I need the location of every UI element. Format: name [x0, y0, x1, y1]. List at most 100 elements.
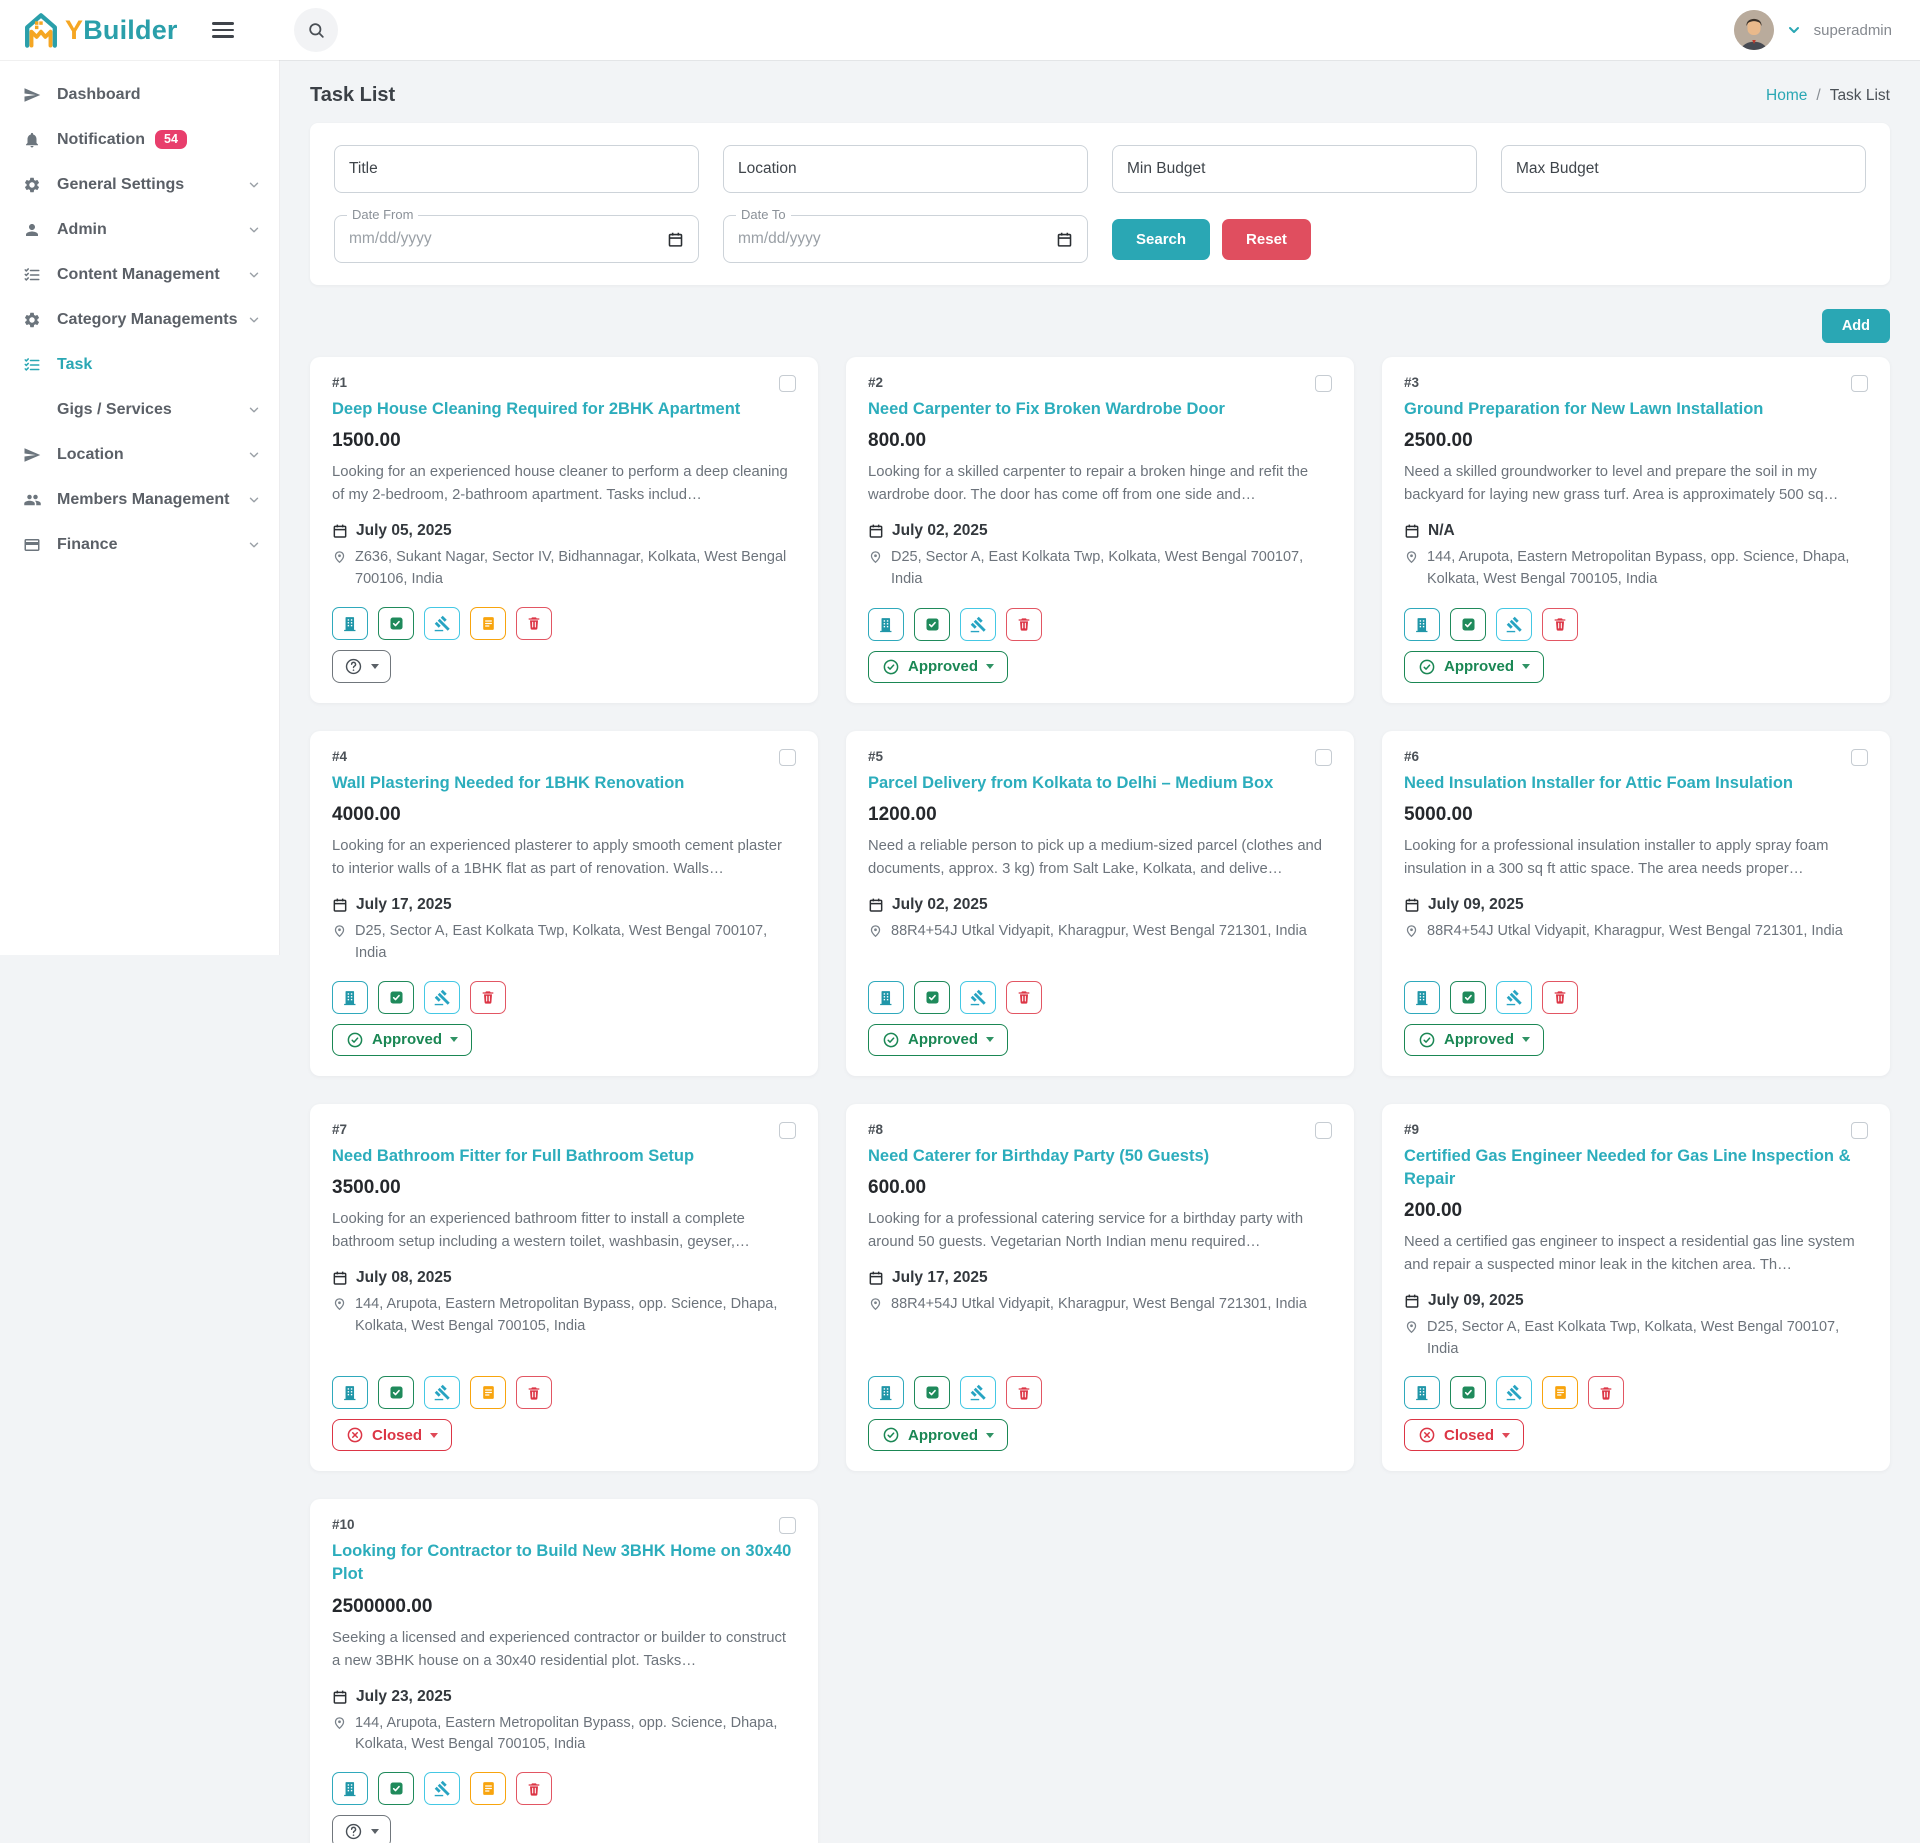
task-title[interactable]: Deep House Cleaning Required for 2BHK Ap…	[332, 398, 796, 421]
approve-check-button[interactable]	[378, 1376, 414, 1409]
task-title[interactable]: Ground Preparation for New Lawn Installa…	[1404, 398, 1868, 421]
approve-check-button[interactable]	[378, 1772, 414, 1805]
calendar-picker-icon[interactable]	[1056, 231, 1073, 248]
delete-button[interactable]	[1006, 981, 1042, 1014]
status-dropdown-unknown[interactable]	[332, 650, 391, 683]
approve-check-button[interactable]	[914, 981, 950, 1014]
approve-check-button[interactable]	[1450, 981, 1486, 1014]
max-budget-filter-input[interactable]	[1501, 145, 1866, 193]
delete-button[interactable]	[516, 607, 552, 640]
status-dropdown-approved[interactable]: Approved	[868, 651, 1008, 683]
breadcrumb-home-link[interactable]: Home	[1766, 87, 1807, 105]
delete-button[interactable]	[470, 981, 506, 1014]
delete-button[interactable]	[1542, 981, 1578, 1014]
details-document-button[interactable]	[1542, 1376, 1578, 1409]
bids-gavel-button[interactable]	[1496, 981, 1532, 1014]
status-dropdown-closed[interactable]: Closed	[332, 1419, 452, 1451]
approve-check-button[interactable]	[914, 608, 950, 641]
delete-button[interactable]	[1006, 608, 1042, 641]
status-dropdown-approved[interactable]: Approved	[868, 1024, 1008, 1056]
approve-check-button[interactable]	[1450, 608, 1486, 641]
details-document-button[interactable]	[470, 1376, 506, 1409]
bids-gavel-button[interactable]	[424, 607, 460, 640]
details-document-button[interactable]	[470, 607, 506, 640]
approve-check-button[interactable]	[914, 1376, 950, 1409]
task-select-checkbox[interactable]	[1851, 1122, 1868, 1139]
delete-button[interactable]	[516, 1772, 552, 1805]
sidebar-item-notification[interactable]: Notification54	[0, 117, 279, 162]
sidebar-item-general-settings[interactable]: General Settings	[0, 162, 279, 207]
location-filter-input[interactable]	[723, 145, 1088, 193]
task-title[interactable]: Looking for Contractor to Build New 3BHK…	[332, 1540, 796, 1586]
building-button[interactable]	[868, 981, 904, 1014]
sidebar-item-task[interactable]: Task	[0, 342, 279, 387]
reset-button[interactable]: Reset	[1222, 219, 1311, 260]
task-title[interactable]: Parcel Delivery from Kolkata to Delhi – …	[868, 772, 1332, 795]
task-select-checkbox[interactable]	[1315, 749, 1332, 766]
building-button[interactable]	[1404, 981, 1440, 1014]
add-task-button[interactable]: Add	[1822, 309, 1890, 343]
approve-check-button[interactable]	[378, 607, 414, 640]
status-dropdown-approved[interactable]: Approved	[332, 1024, 472, 1056]
date-to-field[interactable]: Date To mm/dd/yyyy	[723, 215, 1088, 263]
user-menu-chevron-icon[interactable]	[1786, 22, 1802, 38]
sidebar-item-admin[interactable]: Admin	[0, 207, 279, 252]
task-title[interactable]: Need Caterer for Birthday Party (50 Gues…	[868, 1145, 1332, 1168]
task-select-checkbox[interactable]	[779, 375, 796, 392]
calendar-picker-icon[interactable]	[667, 231, 684, 248]
sidebar-item-location[interactable]: Location	[0, 432, 279, 477]
sidebar-item-members-management[interactable]: Members Management	[0, 477, 279, 522]
task-title[interactable]: Need Bathroom Fitter for Full Bathroom S…	[332, 1145, 796, 1168]
delete-button[interactable]	[1006, 1376, 1042, 1409]
building-button[interactable]	[332, 607, 368, 640]
date-from-field[interactable]: Date From mm/dd/yyyy	[334, 215, 699, 263]
building-button[interactable]	[868, 608, 904, 641]
task-title[interactable]: Need Insulation Installer for Attic Foam…	[1404, 772, 1868, 795]
task-title[interactable]: Certified Gas Engineer Needed for Gas Li…	[1404, 1145, 1868, 1191]
delete-button[interactable]	[1588, 1376, 1624, 1409]
bids-gavel-button[interactable]	[424, 1772, 460, 1805]
sidebar-item-finance[interactable]: Finance	[0, 522, 279, 567]
status-dropdown-approved[interactable]: Approved	[1404, 651, 1544, 683]
bids-gavel-button[interactable]	[960, 1376, 996, 1409]
approve-check-button[interactable]	[378, 981, 414, 1014]
min-budget-filter-input[interactable]	[1112, 145, 1477, 193]
building-button[interactable]	[868, 1376, 904, 1409]
approve-check-button[interactable]	[1450, 1376, 1486, 1409]
bids-gavel-button[interactable]	[1496, 608, 1532, 641]
task-select-checkbox[interactable]	[1315, 375, 1332, 392]
task-select-checkbox[interactable]	[779, 1122, 796, 1139]
task-select-checkbox[interactable]	[1851, 749, 1868, 766]
sidebar-item-dashboard[interactable]: Dashboard	[0, 72, 279, 117]
status-dropdown-approved[interactable]: Approved	[868, 1419, 1008, 1451]
status-dropdown-unknown[interactable]	[332, 1815, 391, 1843]
bids-gavel-button[interactable]	[960, 981, 996, 1014]
sidebar-item-content-management[interactable]: Content Management	[0, 252, 279, 297]
task-select-checkbox[interactable]	[1315, 1122, 1332, 1139]
building-button[interactable]	[332, 981, 368, 1014]
building-button[interactable]	[332, 1376, 368, 1409]
delete-button[interactable]	[516, 1376, 552, 1409]
task-title[interactable]: Wall Plastering Needed for 1BHK Renovati…	[332, 772, 796, 795]
details-document-button[interactable]	[470, 1772, 506, 1805]
bids-gavel-button[interactable]	[960, 608, 996, 641]
task-select-checkbox[interactable]	[779, 749, 796, 766]
task-select-checkbox[interactable]	[779, 1517, 796, 1534]
title-filter-input[interactable]	[334, 145, 699, 193]
sidebar-item-category-managements[interactable]: Category Managements	[0, 297, 279, 342]
search-submit-button[interactable]: Search	[1112, 219, 1210, 260]
task-title[interactable]: Need Carpenter to Fix Broken Wardrobe Do…	[868, 398, 1332, 421]
brand-logo[interactable]: YBuilder	[0, 11, 212, 49]
sidebar-item-gigs-services[interactable]: Gigs / Services	[0, 387, 279, 432]
task-select-checkbox[interactable]	[1851, 375, 1868, 392]
delete-button[interactable]	[1542, 608, 1578, 641]
status-dropdown-approved[interactable]: Approved	[1404, 1024, 1544, 1056]
sidebar-toggle-button[interactable]	[212, 10, 252, 50]
building-button[interactable]	[332, 1772, 368, 1805]
search-button[interactable]	[294, 8, 338, 52]
bids-gavel-button[interactable]	[424, 1376, 460, 1409]
bids-gavel-button[interactable]	[424, 981, 460, 1014]
status-dropdown-closed[interactable]: Closed	[1404, 1419, 1524, 1451]
bids-gavel-button[interactable]	[1496, 1376, 1532, 1409]
building-button[interactable]	[1404, 608, 1440, 641]
